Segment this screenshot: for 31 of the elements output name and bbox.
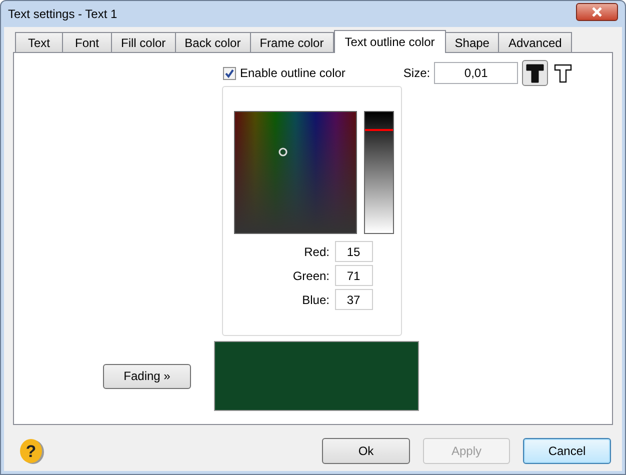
tab[interactable]: Back color <box>174 32 251 52</box>
solid-text-button[interactable] <box>522 60 548 86</box>
tab[interactable]: Text <box>15 32 63 52</box>
close-button[interactable] <box>576 3 618 21</box>
tab[interactable]: Text outline color <box>334 30 446 53</box>
fading-button[interactable]: Fading » <box>103 364 191 388</box>
field-label: Blue: <box>301 292 330 308</box>
tab[interactable]: Font <box>62 32 112 52</box>
dialog-button[interactable]: Cancel <box>523 438 611 464</box>
brightness-slider[interactable] <box>364 111 394 234</box>
window-title: Text settings - Text 1 <box>8 6 118 23</box>
field-label: Green: <box>292 268 330 284</box>
solid-t-icon <box>525 62 546 84</box>
number-field[interactable]: 37 <box>334 289 372 310</box>
color-spectrum[interactable] <box>234 111 356 234</box>
enable-outline-checkbox[interactable]: Enable outline color <box>223 64 346 82</box>
dialog-button[interactable]: Ok <box>322 438 410 464</box>
number-field[interactable]: 71 <box>334 265 372 286</box>
tab[interactable]: Frame color <box>250 32 334 52</box>
help-icon[interactable]: ? <box>19 437 45 465</box>
color-cursor-icon[interactable] <box>278 147 288 157</box>
field-label: Red: <box>303 244 330 260</box>
tab[interactable]: Fill color <box>111 32 176 52</box>
check-icon <box>224 68 235 78</box>
close-icon <box>591 7 603 17</box>
outline-t-icon <box>553 62 574 84</box>
tab[interactable]: Shape <box>444 32 500 52</box>
number-field[interactable]: 15 <box>334 241 372 262</box>
size-label: Size: <box>403 65 430 82</box>
tab[interactable]: Advanced <box>498 32 572 52</box>
size-field[interactable]: 0,01 <box>434 62 518 84</box>
